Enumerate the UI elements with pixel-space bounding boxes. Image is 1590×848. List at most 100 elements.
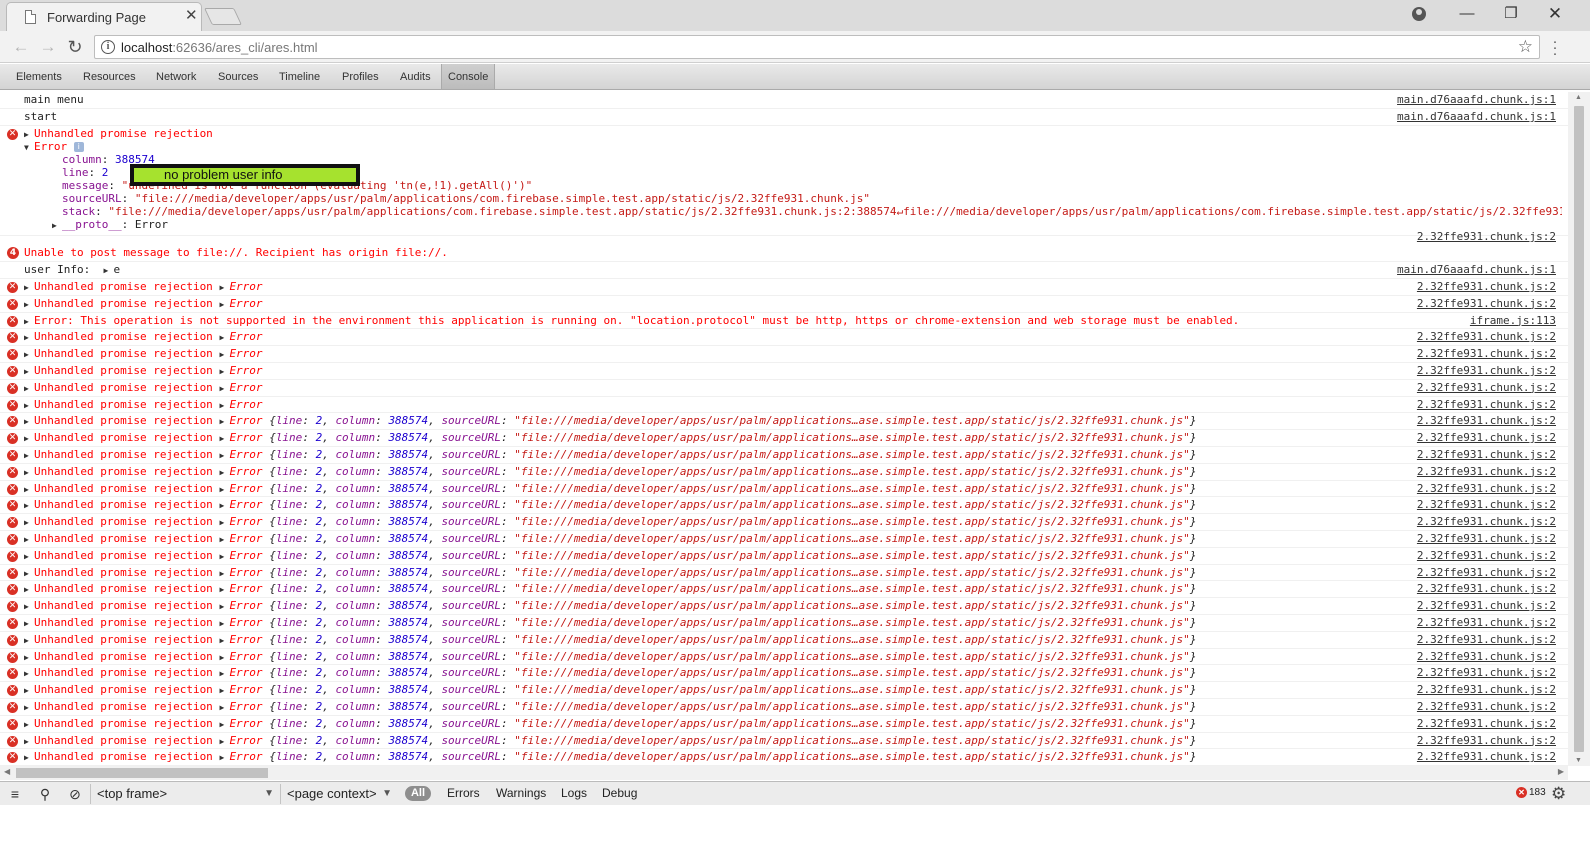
tab-sources[interactable]: Sources — [212, 64, 264, 89]
source-link[interactable]: 2.32ffe931.chunk.js:2 — [1417, 565, 1556, 582]
tab-audits[interactable]: Audits — [394, 64, 437, 89]
expand-toggle[interactable]: ▶ — [24, 314, 34, 331]
expand-toggle[interactable]: ▶ — [219, 549, 229, 566]
scrollbar-thumb[interactable] — [16, 768, 268, 778]
expand-toggle[interactable]: ▶ — [219, 666, 229, 683]
error-object-toggle[interactable]: ▼ Error i — [24, 140, 84, 153]
expand-toggle[interactable]: ▶ — [219, 297, 229, 314]
expand-toggle[interactable]: ▶ — [24, 734, 34, 751]
expand-toggle[interactable]: ▶ — [219, 414, 229, 431]
expand-toggle[interactable]: ▶ — [24, 398, 34, 415]
expand-toggle[interactable]: ▶ — [219, 717, 229, 734]
source-link[interactable]: 2.32ffe931.chunk.js:2 — [1417, 413, 1556, 430]
expand-toggle[interactable]: ▶ — [219, 448, 229, 465]
filter-logs-button[interactable]: Logs — [561, 786, 587, 801]
source-link[interactable]: 2.32ffe931.chunk.js:2 — [1417, 447, 1556, 464]
expand-toggle[interactable]: ▶ — [219, 700, 229, 717]
expand-toggle[interactable]: ▶ — [219, 364, 229, 381]
tab-profiles[interactable]: Profiles — [336, 64, 385, 89]
expand-toggle[interactable]: ▶ — [103, 263, 113, 280]
expand-toggle[interactable]: ▶ — [24, 297, 34, 314]
site-info-icon[interactable]: i — [101, 40, 115, 54]
expand-toggle[interactable]: ▶ — [219, 482, 229, 499]
expand-toggle[interactable]: ▶ — [219, 465, 229, 482]
vertical-scrollbar[interactable]: ▲ ▼ — [1568, 92, 1590, 766]
source-link[interactable]: 2.32ffe931.chunk.js:2 — [1417, 733, 1556, 750]
tab-timeline[interactable]: Timeline — [273, 64, 326, 89]
window-close-icon[interactable]: ✕ — [1540, 3, 1570, 25]
browser-menu-icon[interactable]: · · · — [1549, 34, 1561, 61]
source-link[interactable]: 2.32ffe931.chunk.js:2 — [1417, 279, 1556, 296]
expand-toggle[interactable]: ▶ — [24, 347, 34, 364]
expand-toggle[interactable]: ▶ — [24, 330, 34, 347]
expand-toggle[interactable]: ▶ — [24, 431, 34, 448]
tab-elements[interactable]: Elements — [10, 64, 68, 89]
expand-toggle[interactable]: ▶ — [24, 381, 34, 398]
filter-errors-button[interactable]: Errors — [447, 786, 480, 801]
expand-toggle[interactable]: ▶ — [219, 750, 229, 766]
browser-tab[interactable]: Forwarding Page ✕ — [6, 2, 202, 31]
error-count-badge[interactable]: ✕ 183 — [1516, 787, 1546, 798]
source-link[interactable]: iframe.js:113 — [1470, 313, 1556, 330]
expand-toggle[interactable]: ▶ — [24, 532, 34, 549]
filter-warnings-button[interactable]: Warnings — [496, 786, 546, 801]
clear-console-icon[interactable]: ⊘ — [66, 785, 84, 803]
tab-console[interactable]: Console — [441, 64, 496, 89]
drawer-icon[interactable]: ≡ — [6, 785, 24, 803]
scroll-right-icon[interactable]: ▶ — [1558, 767, 1564, 776]
expand-toggle[interactable]: ▶ — [219, 532, 229, 549]
tab-resources[interactable]: Resources — [77, 64, 142, 89]
source-link[interactable]: 2.32ffe931.chunk.js:2 — [1417, 632, 1556, 649]
expand-toggle[interactable]: ▶ — [24, 482, 34, 499]
close-tab-icon[interactable]: ✕ — [185, 8, 198, 24]
gear-icon[interactable]: ⚙ — [1551, 784, 1566, 804]
address-bar[interactable]: i localhost:62636/ares_cli/ares.html ☆ — [94, 35, 1540, 59]
expand-toggle[interactable]: ▶ — [24, 666, 34, 683]
source-link[interactable]: 2.32ffe931.chunk.js:2 — [1417, 548, 1556, 565]
expand-toggle[interactable]: ▶ — [24, 364, 34, 381]
expand-toggle[interactable]: ▶ — [219, 734, 229, 751]
filter-debug-button[interactable]: Debug — [602, 786, 637, 801]
expand-toggle[interactable]: ▶ — [219, 566, 229, 583]
url-text[interactable]: localhost:62636/ares_cli/ares.html — [121, 40, 318, 55]
console-output[interactable]: main menu main.d76aaafd.chunk.js:1 start… — [0, 92, 1568, 766]
source-link[interactable]: 2.32ffe931.chunk.js:2 — [1417, 598, 1556, 615]
source-link[interactable]: 2.32ffe931.chunk.js:2 — [1417, 329, 1556, 346]
source-link[interactable]: 2.32ffe931.chunk.js:2 — [1417, 497, 1556, 514]
expand-toggle[interactable]: ▶ — [219, 280, 229, 297]
source-link[interactable]: 2.32ffe931.chunk.js:2 — [1417, 682, 1556, 699]
expand-toggle[interactable]: ▶ — [219, 616, 229, 633]
expand-toggle[interactable]: ▶ — [24, 683, 34, 700]
expand-toggle[interactable]: ▶ — [219, 498, 229, 515]
expand-toggle[interactable]: ▶ — [24, 650, 34, 667]
expand-toggle[interactable]: ▶ — [219, 599, 229, 616]
bookmark-star-icon[interactable]: ☆ — [1518, 37, 1533, 57]
source-link[interactable]: 2.32ffe931.chunk.js:2 — [1417, 649, 1556, 666]
source-link[interactable]: 2.32ffe931.chunk.js:2 — [1417, 716, 1556, 733]
source-link[interactable]: 2.32ffe931.chunk.js:2 — [1417, 230, 1556, 243]
expand-toggle[interactable]: ▶ — [24, 515, 34, 532]
tab-network[interactable]: Network — [150, 64, 202, 89]
scroll-up-icon[interactable]: ▲ — [1575, 94, 1582, 101]
source-link[interactable]: 2.32ffe931.chunk.js:2 — [1417, 380, 1556, 397]
expand-toggle[interactable]: ▶ — [24, 549, 34, 566]
scrollbar-thumb[interactable] — [1574, 106, 1584, 752]
expand-toggle[interactable]: ▶ — [219, 347, 229, 364]
source-link[interactable]: 2.32ffe931.chunk.js:2 — [1417, 531, 1556, 548]
frame-selector[interactable]: <top frame> ▼ — [90, 784, 278, 804]
horizontal-scrollbar[interactable]: ◀ ▶ — [0, 766, 1568, 780]
expand-toggle[interactable]: ▶ — [24, 414, 34, 431]
expand-toggle[interactable]: ▶ — [24, 633, 34, 650]
source-link[interactable]: 2.32ffe931.chunk.js:2 — [1417, 514, 1556, 531]
expand-toggle[interactable]: ▶ — [219, 431, 229, 448]
expand-toggle[interactable]: ▶ — [219, 683, 229, 700]
proto-toggle[interactable]: ▶ __proto__: Error — [52, 218, 168, 231]
expand-toggle[interactable]: ▶ — [219, 582, 229, 599]
expand-toggle[interactable]: ▶ — [24, 700, 34, 717]
expand-toggle[interactable]: ▶ — [24, 465, 34, 482]
expand-toggle[interactable]: ▶ — [24, 566, 34, 583]
context-selector[interactable]: <page context> ▼ — [280, 784, 396, 804]
minimize-icon[interactable]: — — [1452, 3, 1482, 25]
expand-toggle[interactable]: ▶ — [219, 330, 229, 347]
expand-toggle[interactable]: ▶ — [219, 650, 229, 667]
